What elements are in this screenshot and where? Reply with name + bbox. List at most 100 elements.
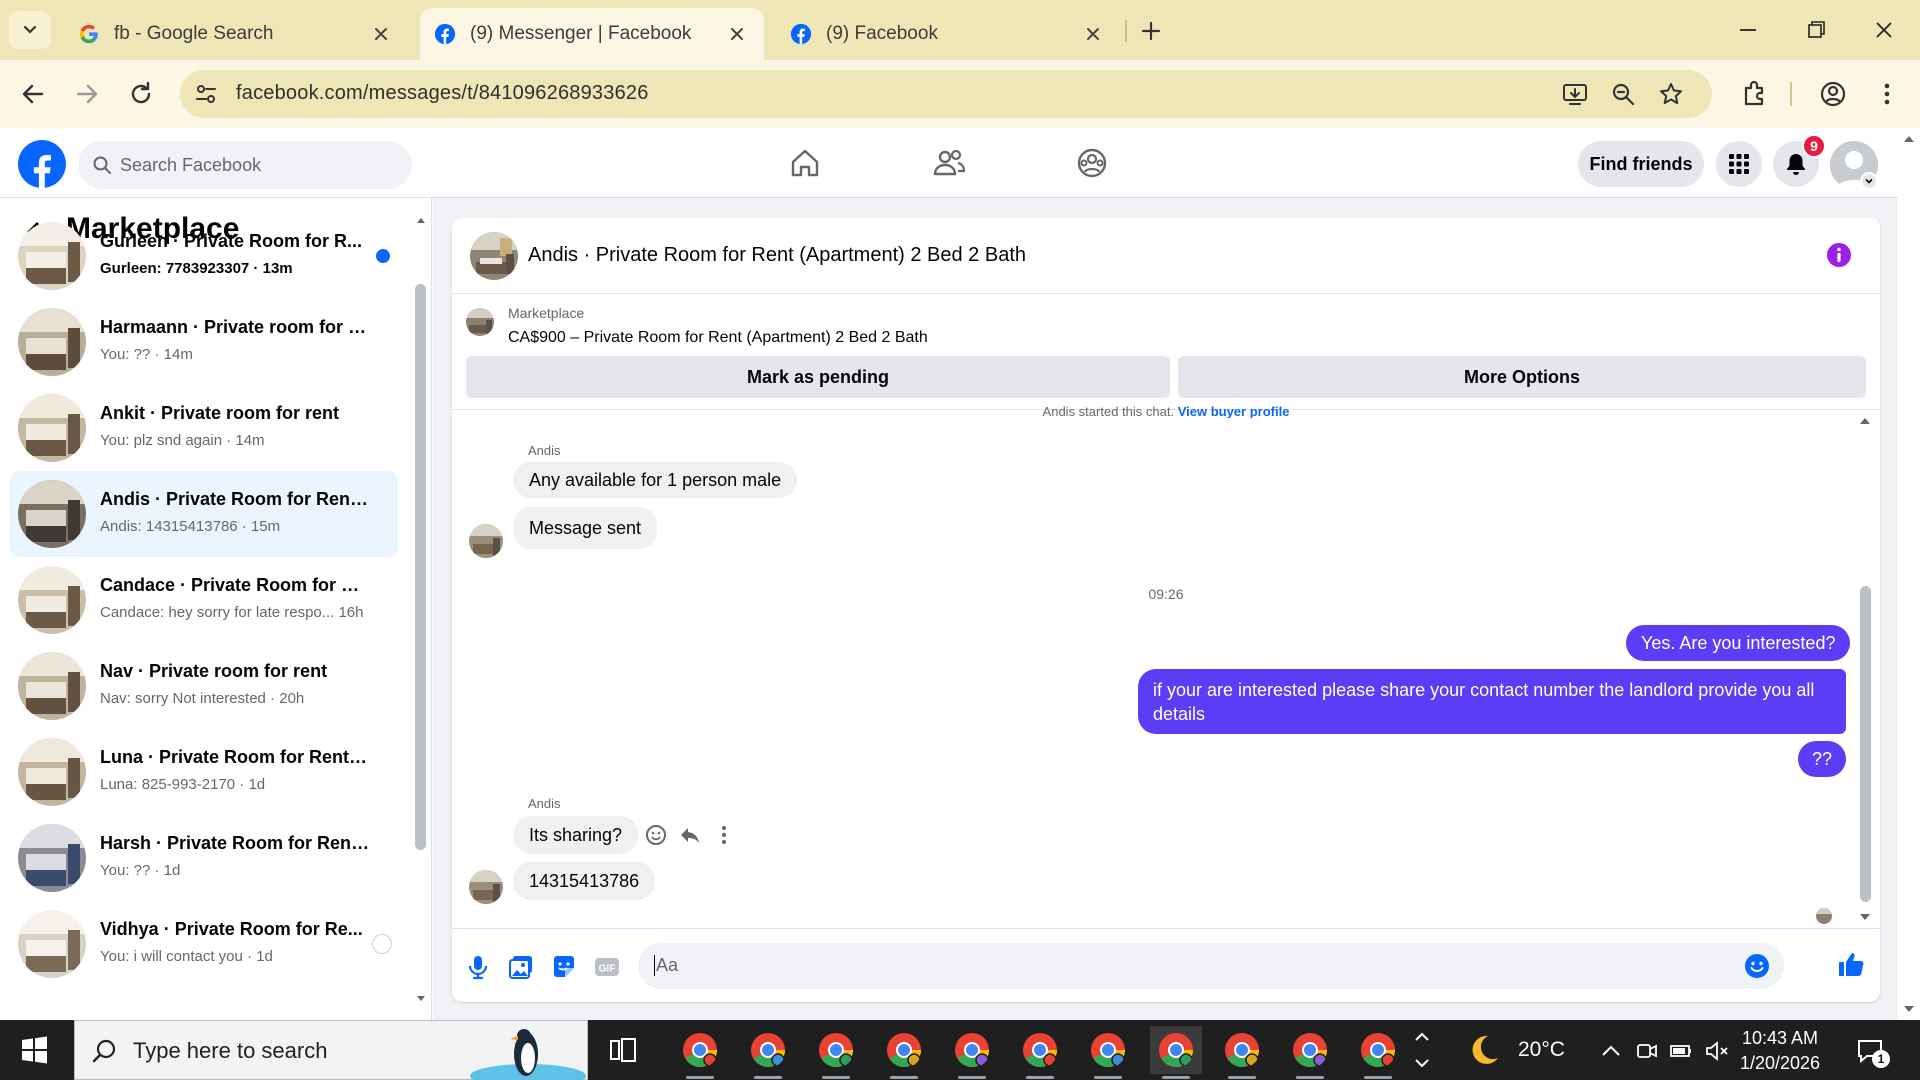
conversation-avatar[interactable] [18, 394, 86, 462]
conversation-avatar[interactable] [18, 566, 86, 634]
conversation-avatar[interactable] [18, 222, 86, 290]
account-caret[interactable] [1860, 172, 1878, 190]
menu-button[interactable] [1716, 141, 1762, 187]
conversation-item[interactable]: Candace · Private Room for Re... Candace:… [10, 557, 398, 643]
install-app-icon[interactable] [1562, 81, 1588, 107]
weather-widget[interactable]: 20°C [1466, 1032, 1596, 1068]
chevron-up-icon[interactable] [1598, 1038, 1624, 1064]
taskbar-chrome-app[interactable] [1352, 1026, 1404, 1079]
url-text[interactable]: facebook.com/messages/t/841096268933626 [236, 82, 649, 105]
tab-search-button[interactable] [9, 11, 51, 49]
conversation-avatar[interactable] [18, 652, 86, 720]
bookmark-star-icon[interactable] [1658, 81, 1684, 107]
taskbar-chrome-app[interactable] [878, 1026, 930, 1079]
more-options-button[interactable]: More Options [1178, 356, 1866, 398]
more-vertical-icon[interactable] [1870, 77, 1904, 111]
taskbar-chrome-app[interactable] [1150, 1026, 1202, 1079]
conversation-avatar[interactable] [18, 824, 86, 892]
meet-now-icon[interactable] [1634, 1038, 1660, 1064]
system-clock[interactable]: 10:43 AM 1/20/2026 [1730, 1026, 1830, 1076]
thumbs-up-icon[interactable] [1836, 949, 1866, 979]
emoji-icon[interactable] [1744, 953, 1770, 979]
friends-icon[interactable] [932, 146, 966, 180]
home-icon[interactable] [788, 146, 822, 180]
site-settings-icon[interactable] [194, 82, 218, 106]
photo-gallery-icon[interactable] [507, 953, 535, 981]
taskbar-chrome-app[interactable] [742, 1026, 794, 1079]
message-bubble-outgoing[interactable]: ?? [1798, 741, 1847, 777]
conversation-item[interactable]: Ankit · Private room for rent You: plz sn… [10, 385, 398, 471]
message-bubble-incoming[interactable]: Its sharing? [513, 816, 639, 854]
microphone-icon[interactable] [464, 953, 492, 981]
conversation-avatar[interactable] [18, 910, 86, 978]
sender-avatar[interactable] [469, 524, 503, 558]
taskbar-chrome-app[interactable] [810, 1026, 862, 1079]
reply-icon[interactable] [678, 823, 702, 847]
extensions-puzzle-icon[interactable] [1738, 77, 1772, 111]
view-buyer-profile-link[interactable]: View buyer profile [1178, 404, 1290, 418]
listing-thumbnail[interactable] [466, 308, 494, 336]
chat-avatar[interactable] [470, 232, 518, 280]
message-bubble-outgoing[interactable]: if your are interested please share your… [1138, 669, 1846, 734]
conversation-avatar[interactable] [18, 480, 86, 548]
groups-icon[interactable] [1075, 146, 1109, 180]
browser-tab-messenger[interactable]: (9) Messenger | Facebook [420, 8, 764, 60]
battery-icon[interactable] [1668, 1038, 1694, 1064]
conversation-item[interactable]: Harsh · Private Room for Rent (... You: ?… [10, 815, 398, 901]
forward-arrow-icon[interactable] [70, 77, 104, 111]
sticker-icon[interactable] [550, 953, 578, 981]
conversation-avatar[interactable] [18, 738, 86, 806]
new-tab-plus-icon[interactable] [1136, 16, 1166, 46]
browser-tab-google[interactable]: fb - Google Search [64, 8, 408, 60]
conversation-item[interactable]: Nav · Private room for rent Nav: sorry No… [10, 643, 398, 729]
back-arrow-icon[interactable] [16, 77, 50, 111]
taskbar-chrome-app[interactable] [1216, 1026, 1268, 1079]
find-friends-button[interactable]: Find friends [1578, 141, 1704, 187]
close-icon[interactable] [726, 23, 748, 45]
close-icon[interactable] [1082, 23, 1104, 45]
reload-icon[interactable] [124, 77, 158, 111]
message-bubble-incoming[interactable]: Message sent [513, 507, 658, 549]
minimize-icon[interactable] [1728, 14, 1768, 46]
address-bar[interactable]: facebook.com/messages/t/841096268933626 [180, 70, 1712, 118]
message-bubble-incoming[interactable]: 14315413786 [513, 862, 656, 900]
browser-tab-facebook[interactable]: (9) Facebook [776, 8, 1120, 60]
taskbar-chrome-app[interactable] [674, 1026, 726, 1079]
gif-icon[interactable]: GIF [593, 953, 621, 981]
taskbar-scroll-chevrons-icon[interactable] [1410, 1024, 1434, 1076]
messages-scroll-thumb[interactable] [1860, 586, 1871, 902]
message-bubble-outgoing[interactable]: Yes. Are you interested? [1626, 625, 1851, 661]
taskbar-chrome-app[interactable] [946, 1026, 998, 1079]
conversation-item[interactable]: Gurleen · Private Room for R... Gurleen: … [10, 213, 398, 299]
more-vertical-icon[interactable] [712, 823, 736, 847]
windows-start-icon[interactable] [14, 1034, 54, 1066]
speaker-muted-icon[interactable] [1704, 1038, 1730, 1064]
listing-price-title[interactable]: CA$900 – Private Room for Rent (Apartmen… [508, 329, 928, 347]
facebook-search-input[interactable]: Search Facebook [78, 141, 412, 189]
notification-center-button[interactable]: 1 [1856, 1036, 1890, 1068]
sender-avatar[interactable] [469, 870, 503, 904]
info-icon[interactable] [1826, 242, 1852, 268]
conversation-item[interactable]: Luna · Private Room for Rent (... Luna: 8… [10, 729, 398, 815]
profile-account-icon[interactable] [1816, 77, 1850, 111]
conversation-avatar[interactable] [18, 308, 86, 376]
taskbar-chrome-app[interactable] [1014, 1026, 1066, 1079]
window-close-icon[interactable] [1864, 14, 1904, 46]
page-scrollbar[interactable] [1898, 128, 1920, 1020]
facebook-logo-icon[interactable] [18, 140, 66, 188]
chat-title[interactable]: Andis · Private Room for Rent (Apartment… [528, 244, 1026, 267]
sidebar-scroll-thumb[interactable] [415, 284, 426, 850]
react-emoji-icon[interactable] [644, 823, 668, 847]
zoom-icon[interactable] [1610, 81, 1636, 107]
conversation-item[interactable]: Harmaann · Private room for re... You: ??… [10, 299, 398, 385]
mark-as-pending-button[interactable]: Mark as pending [466, 356, 1170, 398]
taskbar-chrome-app[interactable] [1082, 1026, 1134, 1079]
close-icon[interactable] [370, 23, 392, 45]
taskbar-chrome-app[interactable] [1284, 1026, 1336, 1079]
restore-icon[interactable] [1796, 14, 1836, 46]
conversation-item[interactable]: Vidhya · Private Room for Re... You: i wi… [10, 901, 398, 987]
message-input[interactable]: Aa [638, 943, 1784, 989]
conversation-item[interactable]: Andis · Private Room for Rent (... Andis:… [10, 471, 398, 557]
task-view-icon[interactable] [608, 1036, 638, 1064]
message-bubble-incoming[interactable]: Any available for 1 person male [513, 462, 798, 498]
